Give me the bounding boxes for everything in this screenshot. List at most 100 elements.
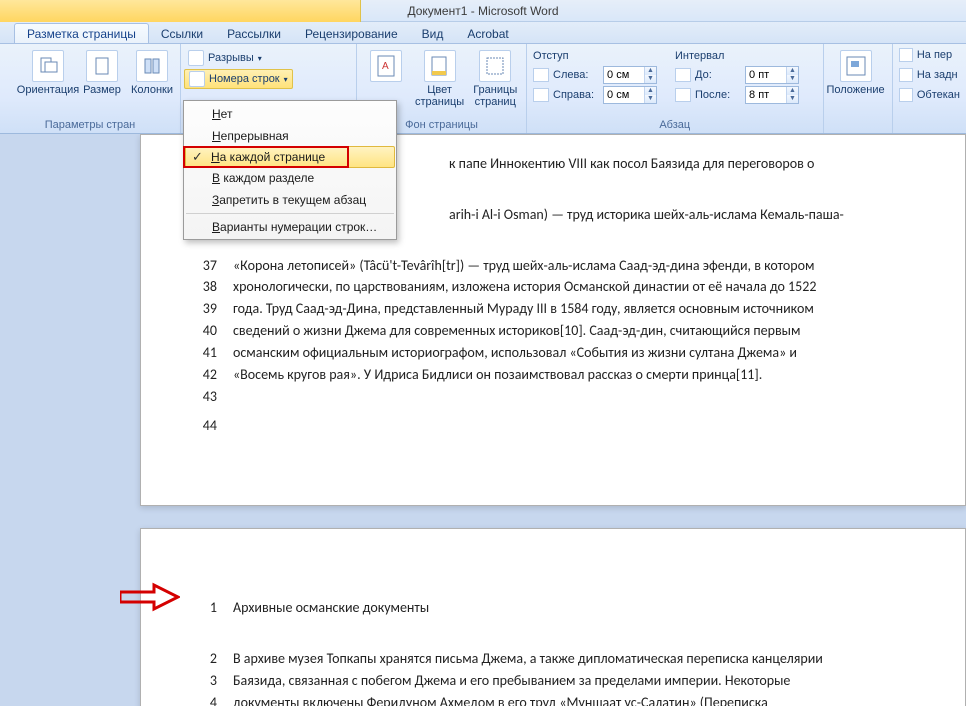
page-borders-button[interactable]: Границы страниц	[470, 48, 520, 110]
tab-references[interactable]: Ссылки	[149, 24, 215, 43]
doc-line: 3Баязида, связанная с побегом Джема и ег…	[185, 672, 915, 691]
line-number: 1	[185, 599, 217, 618]
line-text: «Корона летописей» (Tâcü't-Tevârîh[tr]) …	[233, 257, 915, 276]
doc-line: 42«Восемь кругов рая». У Идриса Бидлиси …	[185, 366, 915, 385]
line-numbers-label: Номера строк	[209, 73, 280, 85]
orientation-label: Ориентация	[17, 84, 79, 96]
indent-left-spinner[interactable]: ▲▼	[603, 66, 657, 84]
ribbon: Ориентация Размер Колонки Параметры стра…	[0, 44, 966, 134]
line-text	[233, 388, 915, 407]
line-text: года. Труд Саад-эд-Дина, представленный …	[233, 300, 915, 319]
tab-view[interactable]: Вид	[410, 24, 456, 43]
watermark-icon: A	[370, 50, 402, 82]
line-text: к папе Иннокентию VIII как посол Баязида…	[449, 155, 915, 174]
spin-down-icon[interactable]: ▼	[787, 95, 798, 103]
group-position-label	[830, 118, 886, 132]
doc-line: 43	[185, 388, 915, 407]
doc-line	[185, 621, 915, 640]
size-icon	[86, 50, 118, 82]
columns-icon	[136, 50, 168, 82]
position-icon	[840, 50, 872, 82]
size-label: Размер	[83, 84, 121, 96]
group-arrange-extra: На пер На задн Обтекан	[893, 44, 966, 133]
text-wrap-button[interactable]: Обтекан	[899, 86, 960, 104]
line-text: сведений о жизни Джема для современных и…	[233, 322, 915, 341]
indent-right-spinner[interactable]: ▲▼	[603, 86, 657, 104]
breaks-icon	[188, 50, 204, 66]
tab-acrobat[interactable]: Acrobat	[455, 24, 520, 43]
indent-right-input[interactable]	[604, 87, 644, 103]
spin-down-icon[interactable]: ▼	[645, 75, 656, 83]
dropdown-item-5[interactable]: Варианты нумерации строк…	[186, 213, 394, 237]
indent-right-icon	[533, 88, 549, 102]
spin-down-icon[interactable]: ▼	[787, 75, 798, 83]
spacing-after-input[interactable]	[746, 87, 786, 103]
chevron-down-icon: ▾	[258, 54, 262, 63]
window-title: Документ1 - Microsoft Word	[407, 4, 558, 18]
text-wrap-icon	[899, 88, 913, 102]
group-position: Положение	[824, 44, 893, 133]
line-number: 44	[185, 417, 217, 436]
spin-down-icon[interactable]: ▼	[645, 95, 656, 103]
line-number: 39	[185, 300, 217, 319]
spin-up-icon[interactable]: ▲	[645, 87, 656, 95]
doc-line: 40 сведений о жизни Джема для современных…	[185, 322, 915, 341]
position-label: Положение	[826, 84, 884, 96]
line-number: 37	[185, 257, 217, 276]
line-number: 3	[185, 672, 217, 691]
line-text	[233, 621, 915, 640]
indent-title: Отступ	[533, 50, 657, 62]
document-area[interactable]: к папе Иннокентию VIII как посол Баязида…	[0, 134, 966, 706]
line-text: османским официальным историографом, исп…	[233, 344, 915, 363]
size-button[interactable]: Размер	[80, 48, 124, 98]
line-number: 41	[185, 344, 217, 363]
line-text: «Восемь кругов рая». У Идриса Бидлиси он…	[233, 366, 915, 385]
text-wrap-label: Обтекан	[917, 89, 960, 101]
dropdown-item-1[interactable]: Непрерывная	[186, 125, 394, 147]
dropdown-item-4[interactable]: Запретить в текущем абзац	[186, 189, 394, 211]
page-color-button[interactable]: Цвет страницы	[415, 48, 465, 110]
columns-label: Колонки	[131, 84, 173, 96]
group-paragraph-label: Абзац	[533, 118, 817, 132]
bring-forward-button[interactable]: На пер	[899, 46, 960, 64]
spin-up-icon[interactable]: ▲	[645, 67, 656, 75]
send-backward-button[interactable]: На задн	[899, 66, 960, 84]
columns-button[interactable]: Колонки	[130, 48, 174, 98]
line-text: документы включены Феридуном Ахмедом в е…	[233, 694, 915, 706]
chevron-down-icon: ▾	[284, 75, 288, 84]
spin-up-icon[interactable]: ▲	[787, 87, 798, 95]
page-2: 1Архивные османские документы 2В архиве …	[140, 528, 966, 706]
spacing-before-input[interactable]	[746, 67, 786, 83]
dropdown-item-3[interactable]: В каждом разделе	[186, 167, 394, 189]
spacing-after-spinner[interactable]: ▲▼	[745, 86, 799, 104]
dropdown-item-0[interactable]: Нет	[186, 103, 394, 125]
tab-page-layout[interactable]: Разметка страницы	[14, 23, 149, 43]
line-numbers-icon	[189, 71, 205, 87]
line-number: 2	[185, 650, 217, 669]
breaks-button[interactable]: Разрывы ▾	[184, 48, 293, 68]
doc-line: 39 года. Труд Саад-эд-Дина, представленны…	[185, 300, 915, 319]
spacing-title: Интервал	[675, 50, 799, 62]
tab-mailings[interactable]: Рассылки	[215, 24, 293, 43]
bring-forward-icon	[899, 48, 913, 62]
bring-forward-label: На пер	[917, 49, 952, 61]
line-numbers-button[interactable]: Номера строк ▾	[184, 69, 293, 89]
doc-line: 38хронологически, по царствованиям, изло…	[185, 278, 915, 297]
svg-text:A: A	[382, 61, 389, 72]
page-borders-label: Границы страниц	[470, 84, 520, 108]
spin-up-icon[interactable]: ▲	[787, 67, 798, 75]
dropdown-item-2[interactable]: ✓На каждой странице	[185, 146, 395, 168]
spacing-before-spinner[interactable]: ▲▼	[745, 66, 799, 84]
line-text: Архивные османские документы	[233, 599, 915, 618]
line-text: arih-i Al-i Osman) — труд историка шейх-…	[449, 206, 915, 225]
check-icon: ✓	[192, 149, 203, 165]
line-number: 40	[185, 322, 217, 341]
spacing-after-label: После:	[695, 89, 741, 101]
position-button[interactable]: Положение	[830, 48, 882, 98]
title-bar: Документ1 - Microsoft Word	[0, 0, 966, 22]
indent-left-input[interactable]	[604, 67, 644, 83]
doc-line: 1 Архивные османские документы	[185, 599, 915, 618]
borders-icon	[479, 50, 511, 82]
orientation-button[interactable]: Ориентация	[22, 48, 74, 98]
tab-review[interactable]: Рецензирование	[293, 24, 410, 43]
